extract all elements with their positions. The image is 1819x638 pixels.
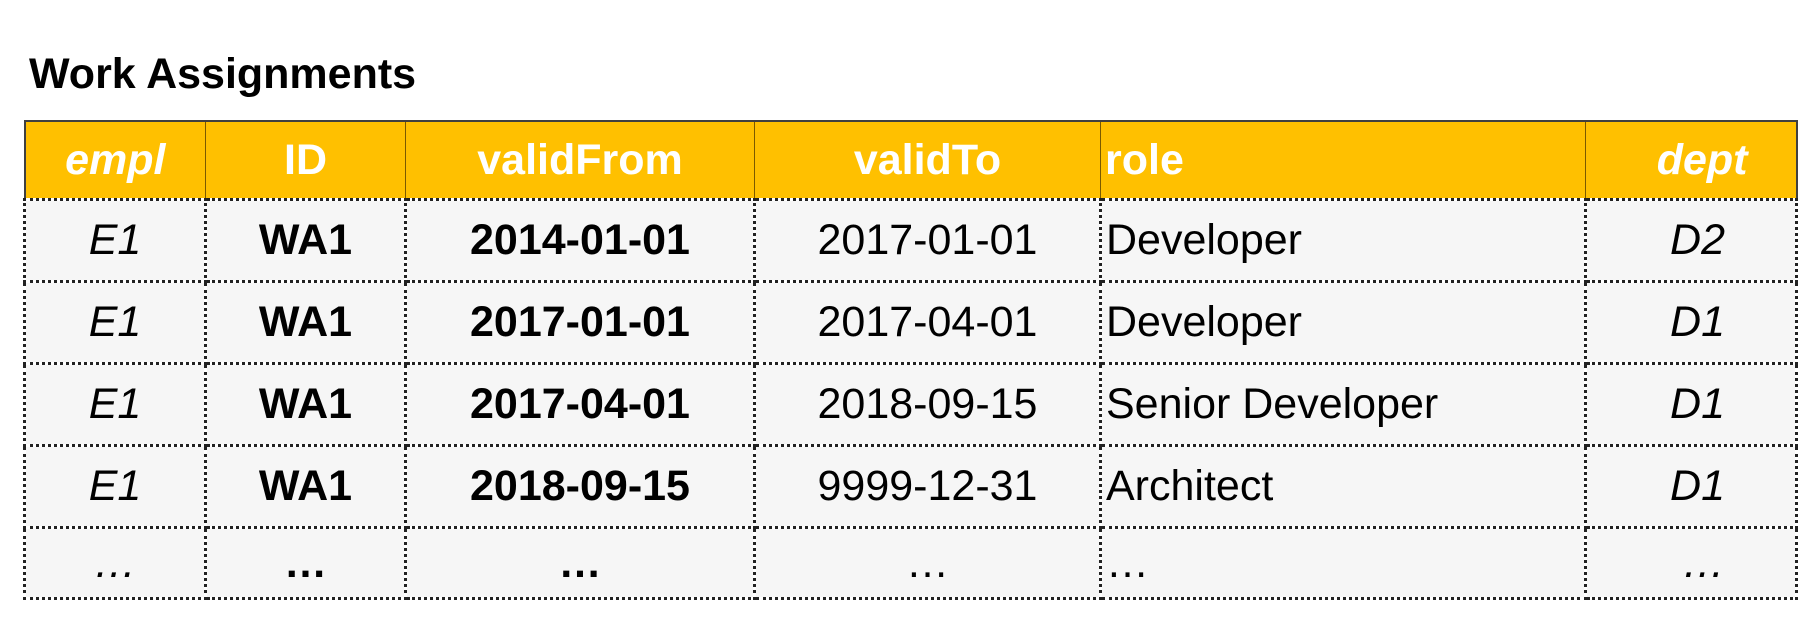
cell-valid-to: 2018-09-15 xyxy=(753,362,1102,447)
cell-role: Developer xyxy=(1099,280,1587,365)
header-dept: dept xyxy=(1585,120,1798,201)
cell-role: Architect xyxy=(1099,444,1587,529)
header-id: ID xyxy=(205,120,406,201)
cell-dept: … xyxy=(1584,526,1798,600)
cell-id: WA1 xyxy=(204,444,407,529)
header-role: role xyxy=(1100,120,1586,201)
header-empl: empl xyxy=(23,120,206,201)
cell-valid-to: 9999-12-31 xyxy=(753,444,1102,529)
cell-role: … xyxy=(1099,526,1587,600)
cell-valid-from: 2014-01-01 xyxy=(404,198,756,283)
cell-empl: E1 xyxy=(23,362,207,447)
cell-role: Senior Developer xyxy=(1099,362,1587,447)
cell-dept: D1 xyxy=(1584,280,1798,365)
table-row: E1 WA1 2014-01-01 2017-01-01 Developer D… xyxy=(23,198,1798,283)
table-row: E1 WA1 2017-01-01 2017-04-01 Developer D… xyxy=(23,280,1798,365)
cell-role: Developer xyxy=(1099,198,1587,283)
cell-id: WA1 xyxy=(204,280,407,365)
cell-id: … xyxy=(204,526,407,600)
cell-valid-to: 2017-01-01 xyxy=(753,198,1102,283)
header-valid-to: validTo xyxy=(754,120,1101,201)
cell-empl: E1 xyxy=(23,280,207,365)
cell-valid-from: 2017-01-01 xyxy=(404,280,756,365)
cell-dept: D1 xyxy=(1584,362,1798,447)
cell-empl: … xyxy=(23,526,207,600)
document-page: Work Assignments empl ID validFrom valid… xyxy=(0,0,1819,638)
cell-valid-from: 2018-09-15 xyxy=(404,444,756,529)
table-row-ellipsis: … … … … … … xyxy=(23,526,1798,600)
cell-valid-to: … xyxy=(753,526,1102,600)
cell-empl: E1 xyxy=(23,198,207,283)
table-title: Work Assignments xyxy=(29,50,417,98)
cell-id: WA1 xyxy=(204,362,407,447)
table-row: E1 WA1 2017-04-01 2018-09-15 Senior Deve… xyxy=(23,362,1798,447)
header-valid-from: validFrom xyxy=(405,120,755,201)
cell-valid-from: … xyxy=(404,526,756,600)
cell-dept: D1 xyxy=(1584,444,1798,529)
cell-id: WA1 xyxy=(204,198,407,283)
cell-dept: D2 xyxy=(1584,198,1798,283)
cell-valid-to: 2017-04-01 xyxy=(753,280,1102,365)
table-row: E1 WA1 2018-09-15 9999-12-31 Architect D… xyxy=(23,444,1798,529)
work-assignments-table: empl ID validFrom validTo role dept E1 W… xyxy=(23,120,1798,600)
cell-empl: E1 xyxy=(23,444,207,529)
table-header-row: empl ID validFrom validTo role dept xyxy=(23,120,1798,201)
cell-valid-from: 2017-04-01 xyxy=(404,362,756,447)
